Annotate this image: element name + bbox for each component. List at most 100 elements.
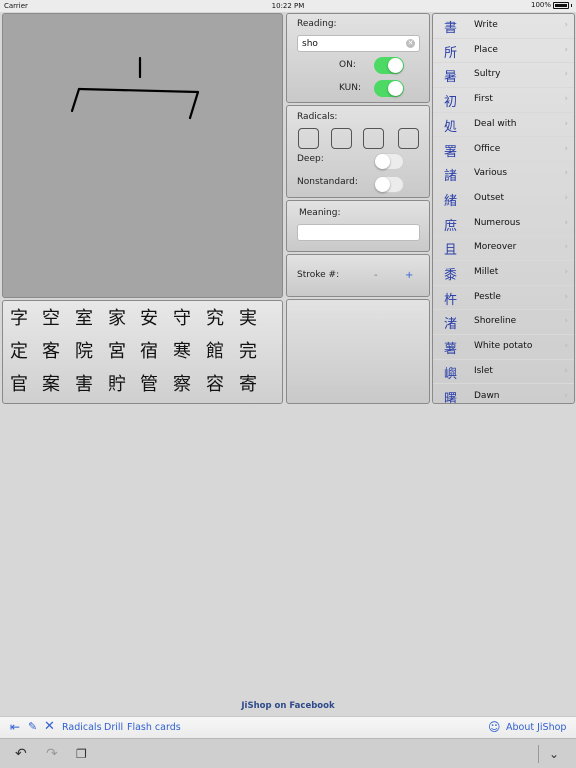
chevron-right-icon: › [564, 365, 568, 376]
battery-icon [553, 1, 569, 9]
kanji-candidate[interactable]: 察 [166, 370, 198, 396]
result-meaning: Various [474, 168, 508, 179]
kanji-candidate[interactable]: 容 [199, 370, 231, 396]
kun-toggle[interactable] [374, 80, 404, 97]
result-row[interactable]: 渚 Shoreline › [433, 310, 574, 336]
redo-icon[interactable]: ↷ [46, 746, 58, 762]
rewind-icon[interactable]: ⇤ [10, 720, 20, 734]
result-kanji: 初 [444, 95, 458, 111]
kanji-candidate[interactable]: 完 [232, 337, 264, 363]
kanji-candidate[interactable]: 貯 [101, 370, 133, 396]
facebook-link[interactable]: JiShop on Facebook [0, 701, 576, 711]
kanji-candidate[interactable]: 室 [68, 304, 100, 330]
result-row[interactable]: 薯 White potato › [433, 335, 574, 360]
kanji-candidate[interactable]: 客 [35, 337, 67, 363]
chevron-right-icon: › [564, 291, 568, 302]
kanji-candidate[interactable]: 管 [133, 370, 165, 396]
smiley-icon[interactable]: ☺ [488, 720, 501, 734]
about-button[interactable]: About JiShop [506, 722, 566, 733]
result-row[interactable]: 杵 Pestle › [433, 286, 574, 311]
clock: 10:22 PM [271, 2, 305, 10]
result-row[interactable]: 初 First › [433, 88, 574, 113]
result-row[interactable]: 緒 Outset › [433, 187, 574, 212]
undo-icon[interactable]: ↶ [15, 746, 27, 762]
result-row[interactable]: 署 Office › [433, 138, 574, 163]
result-meaning: Deal with [474, 118, 517, 129]
meaning-panel: Meaning: [286, 200, 430, 252]
keyboard-shortcut-bar: ↶ ↷ ❐ ⌄ [0, 738, 576, 768]
chevron-right-icon: › [564, 44, 568, 55]
result-row[interactable]: 書 Write › [433, 14, 574, 39]
result-meaning: Outset [474, 192, 505, 203]
deep-toggle[interactable] [374, 153, 404, 170]
kanji-candidate[interactable]: 案 [35, 370, 67, 396]
kanji-candidate[interactable]: 字 [3, 304, 35, 330]
on-toggle[interactable] [374, 57, 404, 74]
result-meaning: Shoreline [474, 316, 517, 327]
on-label: ON: [339, 60, 356, 70]
kanji-candidate[interactable]: 害 [68, 370, 100, 396]
meaning-title: Meaning: [299, 208, 341, 218]
main-toolbar: ⇤ ✎ ✕ Radicals Drill Flash cards ☺ About… [0, 716, 576, 738]
kanji-candidate[interactable]: 実 [232, 304, 264, 330]
drill-button[interactable]: Drill [104, 722, 123, 733]
chevron-right-icon: › [564, 316, 568, 327]
kanji-candidate[interactable]: 院 [68, 337, 100, 363]
radicals-title: Radicals: [297, 112, 338, 122]
stroke-minus-button[interactable]: - [374, 270, 378, 281]
reading-input[interactable]: sho ✕ [297, 35, 420, 52]
clear-icon[interactable]: ✕ [406, 39, 415, 48]
result-kanji: 嶼 [444, 366, 458, 382]
kanji-candidate[interactable]: 究 [199, 304, 231, 330]
radical-slot-3[interactable] [363, 128, 384, 149]
chevron-right-icon: › [564, 168, 568, 179]
radical-slot-4[interactable] [398, 128, 419, 149]
radical-slot-2[interactable] [331, 128, 352, 149]
brush-icon[interactable]: ✎ [28, 720, 37, 734]
kanji-candidate[interactable]: 官 [3, 370, 35, 396]
nonstandard-toggle[interactable] [374, 176, 404, 193]
result-row[interactable]: 黍 Millet › [433, 261, 574, 286]
kanji-candidate[interactable]: 定 [3, 337, 35, 363]
result-kanji: 緒 [444, 193, 458, 209]
flash-cards-button[interactable]: Flash cards [127, 722, 181, 733]
chevron-down-icon[interactable]: ⌄ [549, 746, 559, 762]
radicals-button[interactable]: Radicals [62, 722, 102, 733]
battery-indicator: 100% [531, 1, 572, 9]
result-meaning: Pestle [474, 291, 501, 302]
chevron-right-icon: › [564, 94, 568, 105]
kanji-candidate[interactable]: 寒 [166, 337, 198, 363]
stroke-plus-button[interactable]: + [405, 270, 413, 281]
meaning-input[interactable] [297, 224, 420, 241]
result-row[interactable]: 庶 Numerous › [433, 212, 574, 237]
result-row[interactable]: 諸 Various › [433, 162, 574, 187]
result-kanji: 署 [444, 144, 458, 160]
kanji-candidate[interactable]: 空 [35, 304, 67, 330]
chevron-right-icon: › [564, 143, 568, 154]
kanji-candidate[interactable]: 宿 [133, 337, 165, 363]
result-row[interactable]: 曙 Dawn › [433, 385, 574, 404]
kanji-candidate[interactable]: 守 [166, 304, 198, 330]
result-kanji: 暑 [444, 70, 458, 86]
chevron-right-icon: › [564, 118, 568, 129]
kanji-candidate[interactable]: 家 [101, 304, 133, 330]
result-row[interactable]: 嶼 Islet › [433, 360, 574, 385]
result-row[interactable]: 且 Moreover › [433, 236, 574, 261]
kanji-candidate[interactable]: 館 [199, 337, 231, 363]
result-row[interactable]: 処 Deal with › [433, 113, 574, 138]
kanji-candidate[interactable]: 宮 [101, 337, 133, 363]
reading-value: sho [302, 39, 318, 49]
chevron-right-icon: › [564, 242, 568, 253]
paste-icon[interactable]: ❐ [76, 746, 87, 762]
result-kanji: 所 [444, 45, 458, 61]
result-meaning: First [474, 94, 493, 105]
clear-canvas-icon[interactable]: ✕ [44, 720, 55, 734]
result-row[interactable]: 所 Place › [433, 39, 574, 64]
kanji-candidate[interactable]: 安 [133, 304, 165, 330]
divider [538, 745, 539, 763]
radical-slot-1[interactable] [298, 128, 319, 149]
drawing-canvas[interactable] [2, 13, 283, 298]
kanji-candidate[interactable]: 寄 [232, 370, 264, 396]
radicals-panel: Radicals: Deep: Nonstandard: [286, 105, 430, 198]
result-row[interactable]: 暑 Sultry › [433, 63, 574, 89]
